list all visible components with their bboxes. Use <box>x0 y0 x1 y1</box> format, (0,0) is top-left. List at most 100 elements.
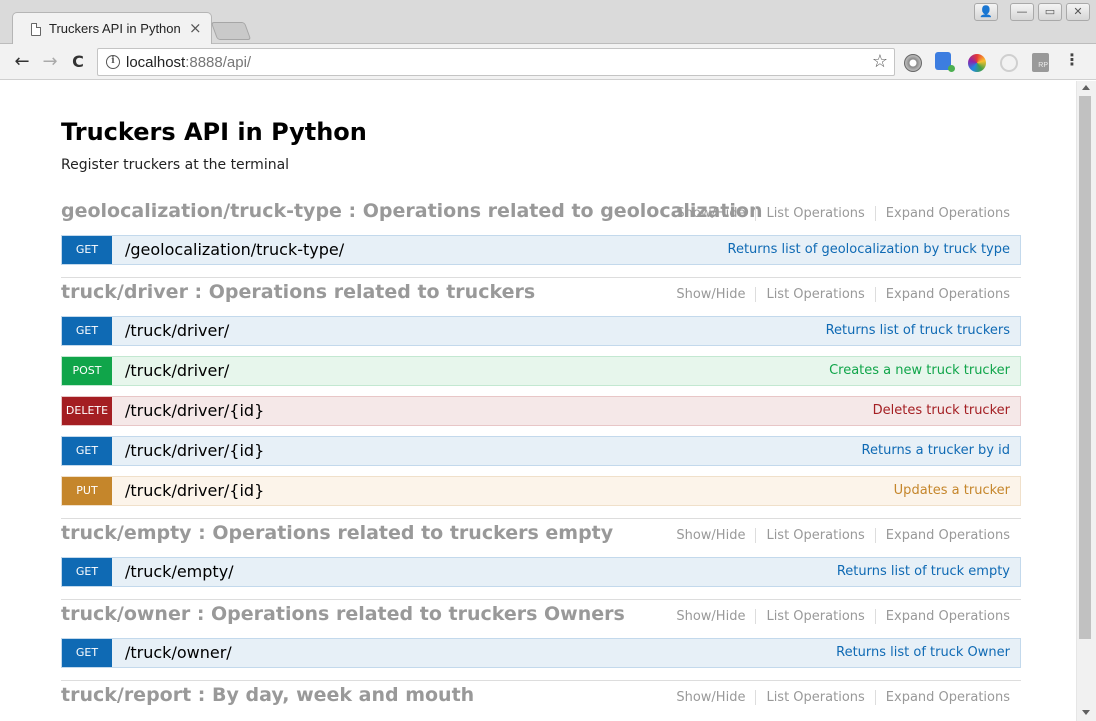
browser-titlebar: Truckers API in Python × 👤 — ▭ ✕ <box>0 0 1096 45</box>
show-hide-link[interactable]: Show/Hide <box>676 206 757 221</box>
new-tab-button[interactable] <box>210 22 252 40</box>
list-operations-link[interactable]: List Operations <box>756 287 876 302</box>
http-method-badge[interactable]: DELETE <box>62 397 112 425</box>
list-operations-link[interactable]: List Operations <box>756 528 876 543</box>
operation-row[interactable]: POST /truck/driver/ Creates a new truck … <box>61 356 1021 386</box>
show-hide-link[interactable]: Show/Hide <box>676 690 757 705</box>
resource-header: truck/owner : Operations related to truc… <box>61 600 1021 638</box>
api-title: Truckers API in Python <box>61 118 367 146</box>
show-hide-link[interactable]: Show/Hide <box>676 528 757 543</box>
list-operations-link[interactable]: List Operations <box>756 609 876 624</box>
http-method-badge[interactable]: GET <box>62 317 112 345</box>
api-description: Register truckers at the terminal <box>61 157 290 173</box>
operation-summary[interactable]: Deletes truck trucker <box>873 403 1010 418</box>
bookmark-star-icon[interactable]: ☆ <box>872 51 888 72</box>
resource-truck-driver: truck/driver : Operations related to tru… <box>61 278 1021 519</box>
scrollbar-thumb[interactable] <box>1079 96 1091 639</box>
back-button[interactable]: ← <box>10 50 34 74</box>
resource-truck-owner: truck/owner : Operations related to truc… <box>61 600 1021 681</box>
operation-row[interactable]: GET /geolocalization/truck-type/ Returns… <box>61 235 1021 265</box>
resource-truck-report: truck/report : By day, week and mouth Sh… <box>61 681 1021 721</box>
resource-header: truck/report : By day, week and mouth Sh… <box>61 681 1021 719</box>
operation-path[interactable]: /truck/owner/ <box>125 643 232 662</box>
operation-row[interactable]: PUT /truck/driver/{id} Updates a trucker <box>61 476 1021 506</box>
scroll-down-arrow-icon[interactable] <box>1082 710 1090 715</box>
operation-summary[interactable]: Returns list of truck truckers <box>826 323 1010 338</box>
profile-button[interactable]: 👤 <box>974 3 998 21</box>
operation-path[interactable]: /truck/driver/ <box>125 361 229 380</box>
list-operations-link[interactable]: List Operations <box>756 690 876 705</box>
minimize-button[interactable]: — <box>1010 3 1034 21</box>
resource-title[interactable]: truck/report : By day, week and mouth <box>61 684 474 706</box>
operation-summary[interactable]: Creates a new truck trucker <box>829 363 1010 378</box>
resource-header: truck/driver : Operations related to tru… <box>61 278 1021 316</box>
browser-menu-icon[interactable]: ⋮ <box>1064 50 1080 69</box>
info-icon[interactable]: i <box>106 55 120 69</box>
operation-path[interactable]: /truck/driver/{id} <box>125 401 264 420</box>
resource-links: Show/Hide List Operations Expand Operati… <box>676 206 1010 221</box>
reload-button[interactable]: C <box>66 50 90 74</box>
operation-summary[interactable]: Returns list of truck Owner <box>836 645 1010 660</box>
http-method-badge[interactable]: PUT <box>62 477 112 505</box>
http-method-badge[interactable]: POST <box>62 357 112 385</box>
operation-summary[interactable]: Returns list of truck empty <box>837 564 1010 579</box>
expand-operations-link[interactable]: Expand Operations <box>876 690 1010 705</box>
extension-gear-icon[interactable] <box>904 54 922 72</box>
url-host: localhost <box>126 54 186 71</box>
page-scrollbar[interactable] <box>1076 81 1096 721</box>
extension-translate-icon[interactable] <box>935 52 955 72</box>
operation-path[interactable]: /truck/driver/{id} <box>125 481 264 500</box>
url-text[interactable]: localhost:8888/api/ <box>126 54 251 71</box>
resource-header: geolocalization/truck-type : Operations … <box>61 197 1021 235</box>
show-hide-link[interactable]: Show/Hide <box>676 609 757 624</box>
resource-links: Show/Hide List Operations Expand Operati… <box>676 528 1010 543</box>
http-method-badge[interactable]: GET <box>62 437 112 465</box>
http-method-badge[interactable]: GET <box>62 236 112 264</box>
forward-button[interactable]: → <box>38 50 62 74</box>
operation-row[interactable]: GET /truck/driver/{id} Returns a trucker… <box>61 436 1021 466</box>
resource-title[interactable]: truck/driver : Operations related to tru… <box>61 281 535 303</box>
resource-truck-empty: truck/empty : Operations related to truc… <box>61 519 1021 600</box>
http-method-badge[interactable]: GET <box>62 639 112 667</box>
maximize-button[interactable]: ▭ <box>1038 3 1062 21</box>
browser-toolbar: ← → C i localhost:8888/api/ ☆ RP ⋮ <box>0 44 1096 80</box>
extension-color-wheel-icon[interactable] <box>968 54 986 72</box>
expand-operations-link[interactable]: Expand Operations <box>876 609 1010 624</box>
window-controls: 👤 — ▭ ✕ <box>974 3 1090 21</box>
list-operations-link[interactable]: List Operations <box>756 206 876 221</box>
close-window-button[interactable]: ✕ <box>1066 3 1090 21</box>
page-viewport: Truckers API in Python Register truckers… <box>0 81 1076 721</box>
resource-title[interactable]: truck/empty : Operations related to truc… <box>61 522 613 544</box>
address-bar[interactable]: i localhost:8888/api/ ☆ <box>97 48 895 76</box>
operation-row[interactable]: GET /truck/empty/ Returns list of truck … <box>61 557 1021 587</box>
resource-header: truck/empty : Operations related to truc… <box>61 519 1021 557</box>
resource-links: Show/Hide List Operations Expand Operati… <box>676 609 1010 624</box>
operation-path[interactable]: /truck/empty/ <box>125 562 234 581</box>
resource-links: Show/Hide List Operations Expand Operati… <box>676 287 1010 302</box>
http-method-badge[interactable]: GET <box>62 558 112 586</box>
close-tab-icon[interactable]: × <box>189 19 202 37</box>
operation-path[interactable]: /geolocalization/truck-type/ <box>125 240 344 259</box>
document-icon <box>31 23 41 36</box>
resource-links: Show/Hide List Operations Expand Operati… <box>676 690 1010 705</box>
expand-operations-link[interactable]: Expand Operations <box>876 206 1010 221</box>
url-path: :8888/api/ <box>185 54 252 71</box>
resource-title[interactable]: truck/owner : Operations related to truc… <box>61 603 625 625</box>
extension-circle-icon[interactable] <box>1000 54 1018 72</box>
operation-summary[interactable]: Returns list of geolocalization by truck… <box>728 242 1010 257</box>
tab-title: Truckers API in Python <box>49 21 181 36</box>
operation-path[interactable]: /truck/driver/ <box>125 321 229 340</box>
operation-summary[interactable]: Updates a trucker <box>894 483 1010 498</box>
operation-path[interactable]: /truck/driver/{id} <box>125 441 264 460</box>
operation-row[interactable]: GET /truck/owner/ Returns list of truck … <box>61 638 1021 668</box>
show-hide-link[interactable]: Show/Hide <box>676 287 757 302</box>
expand-operations-link[interactable]: Expand Operations <box>876 528 1010 543</box>
operation-row[interactable]: DELETE /truck/driver/{id} Deletes truck … <box>61 396 1021 426</box>
operation-summary[interactable]: Returns a trucker by id <box>862 443 1010 458</box>
browser-tab[interactable]: Truckers API in Python × <box>12 12 212 45</box>
expand-operations-link[interactable]: Expand Operations <box>876 287 1010 302</box>
extension-rp-icon[interactable]: RP <box>1032 53 1049 72</box>
resource-title[interactable]: geolocalization/truck-type : Operations … <box>61 200 762 222</box>
scroll-up-arrow-icon[interactable] <box>1082 85 1090 90</box>
operation-row[interactable]: GET /truck/driver/ Returns list of truck… <box>61 316 1021 346</box>
